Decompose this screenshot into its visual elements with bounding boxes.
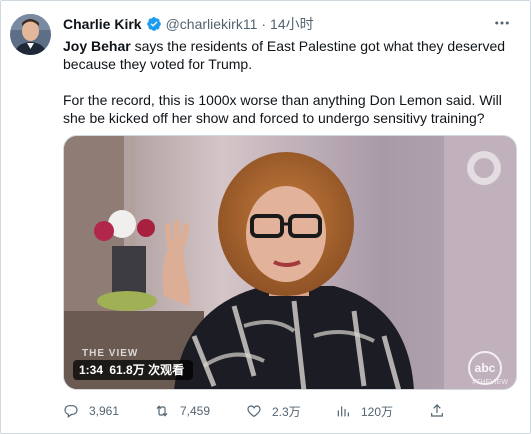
- network-hashtag: #THEVIEW: [472, 379, 508, 386]
- views-button[interactable]: 120万: [335, 403, 429, 420]
- heart-icon: [247, 405, 261, 418]
- tweet-card[interactable]: Charlie Kirk @charliekirk11 · 14小时 Joy B…: [0, 0, 531, 434]
- tweet-paragraph-1: Joy Behar says the residents of East Pal…: [63, 37, 513, 73]
- like-button[interactable]: 2.3万: [246, 403, 335, 420]
- avatar[interactable]: [10, 14, 51, 55]
- views-count: 120万: [361, 404, 394, 419]
- like-count: 2.3万: [272, 404, 301, 419]
- more-options-icon[interactable]: [492, 13, 512, 33]
- tweet-timestamp[interactable]: 14小时: [270, 14, 314, 34]
- retweet-count: 7,459: [180, 404, 211, 418]
- video-duration: 1:34: [79, 363, 104, 377]
- author-handle[interactable]: @charliekirk11: [166, 16, 258, 32]
- reply-count: 3,961: [89, 404, 120, 418]
- author-name[interactable]: Charlie Kirk: [63, 16, 142, 32]
- retweet-button[interactable]: 7,459: [154, 403, 246, 419]
- reply-icon: [64, 405, 78, 418]
- views-chart-icon: [337, 406, 349, 417]
- tweet-actions: 3,961 7,459 2.3万 120万: [63, 401, 483, 421]
- tweet-header: Charlie Kirk @charliekirk11 · 14小时: [63, 14, 314, 34]
- video-info-badge: 1:34 61.8万 次观看: [73, 360, 194, 380]
- reply-button[interactable]: 3,961: [63, 403, 154, 419]
- show-watermark: THE VIEW: [82, 348, 139, 359]
- share-icon: [431, 404, 443, 417]
- video-player[interactable]: THE VIEW abc #THEVIEW 1:34 61.8万 次观看: [63, 135, 517, 390]
- verified-badge-icon: [146, 16, 162, 32]
- retweet-icon: [156, 405, 168, 417]
- share-button[interactable]: [429, 403, 459, 419]
- separator-dot: ·: [261, 16, 267, 32]
- video-views: 61.8万 次观看: [109, 363, 185, 377]
- tweet-text: Joy Behar says the residents of East Pal…: [63, 37, 513, 127]
- tweet-paragraph-2: For the record, this is 1000x worse than…: [63, 92, 502, 126]
- mention-link[interactable]: Joy Behar: [63, 38, 131, 54]
